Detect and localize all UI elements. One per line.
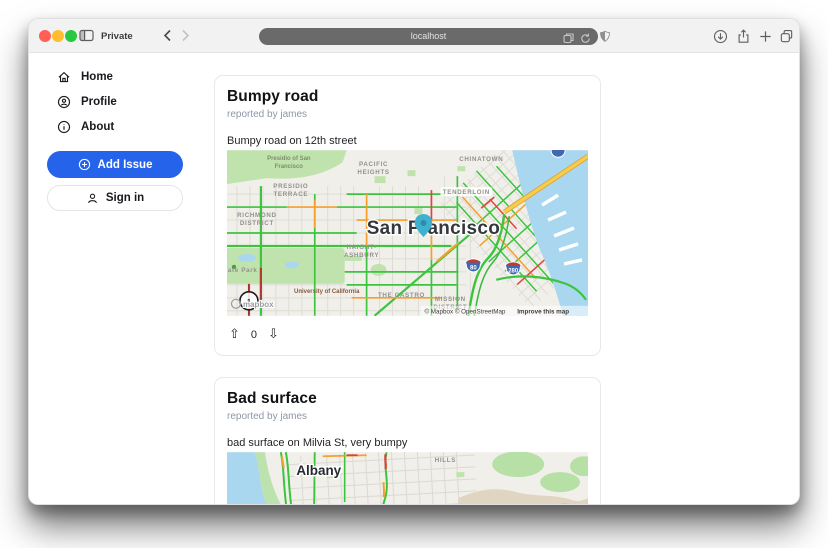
issue-map-albany[interactable]: Albany HILLS [227, 452, 588, 504]
city-label: San Francisco [367, 218, 500, 239]
svg-text:PACIFIC: PACIFIC [359, 161, 388, 168]
svg-text:Gate Park: Gate Park [227, 267, 258, 274]
share-icon[interactable] [736, 29, 751, 44]
svg-text:DISTRICT: DISTRICT [240, 220, 274, 227]
sidebar-item-home[interactable]: Home [57, 67, 183, 87]
forward-button[interactable] [181, 29, 190, 42]
downvote-button[interactable]: ⇩ [268, 328, 279, 341]
svg-text:CHINATOWN: CHINATOWN [459, 156, 503, 163]
svg-text:HAIGHT-: HAIGHT- [346, 244, 376, 251]
desktop: Private localhost Home Profile About Add… [0, 0, 828, 548]
svg-text:mapbox: mapbox [243, 300, 274, 309]
info-icon [57, 120, 71, 134]
svg-text:80: 80 [470, 265, 477, 271]
sidebar-toggle-icon[interactable] [79, 29, 94, 42]
titlebar[interactable]: Private localhost [29, 19, 799, 53]
improve-map-link[interactable]: Improve this map [517, 308, 569, 315]
vote-count: 0 [250, 328, 258, 341]
issue-byline: reported by james [227, 411, 308, 422]
sign-in-label: Sign in [105, 192, 145, 204]
svg-text:HILLS: HILLS [435, 457, 456, 464]
svg-text:MISSION: MISSION [435, 296, 466, 303]
address-bar[interactable]: localhost [259, 28, 598, 45]
svg-text:TERRACE: TERRACE [273, 191, 308, 198]
tab-group-icon[interactable] [563, 31, 574, 49]
sidebar-item-label: About [81, 121, 115, 133]
tab-overview-icon[interactable] [779, 29, 794, 44]
privacy-shield-icon[interactable] [599, 30, 611, 43]
vote-row: ⇧ 0 ⇩ [227, 316, 588, 355]
app-sidebar: Home Profile About Add Issue Sign in [47, 62, 183, 211]
svg-text:ASHBURY: ASHBURY [344, 252, 379, 259]
add-issue-label: Add Issue [97, 158, 153, 171]
sidebar-item-about[interactable]: About [57, 117, 183, 137]
issue-title: Bad surface [227, 390, 317, 407]
highway-shield-280: 280 [504, 261, 522, 276]
address-bar-url[interactable]: localhost [259, 28, 598, 45]
person-icon [87, 193, 97, 203]
sidebar-item-label: Home [81, 71, 113, 83]
issue-byline: reported by james [227, 109, 308, 120]
reload-icon[interactable] [580, 31, 591, 49]
issue-description: bad surface on Milvia St, very bumpy [227, 437, 408, 449]
issues-feed: Bumpy road reported by james Bumpy road … [214, 75, 601, 504]
back-button[interactable] [163, 29, 172, 42]
svg-text:RICHMOND: RICHMOND [237, 212, 277, 219]
issue-card: Bad surface reported by james bad surfac… [214, 377, 601, 504]
svg-text:PRESIDIO: PRESIDIO [273, 183, 308, 190]
svg-text:HEIGHTS: HEIGHTS [357, 169, 389, 176]
svg-text:TENDERLOIN: TENDERLOIN [443, 189, 490, 196]
sidebar-item-profile[interactable]: Profile [57, 92, 183, 112]
browser-viewport: Home Profile About Add Issue Sign in Bum… [29, 54, 799, 504]
svg-text:University of California: University of California [294, 289, 360, 295]
sign-in-button[interactable]: Sign in [47, 185, 183, 211]
home-icon [58, 71, 70, 83]
svg-text:THE CASTRO: THE CASTRO [378, 292, 425, 299]
svg-text:Presidio of San: Presidio of San [267, 156, 311, 162]
private-badge: Private [101, 31, 133, 42]
add-issue-button[interactable]: Add Issue [47, 151, 183, 178]
sidebar-item-label: Profile [81, 96, 117, 108]
close-window-button[interactable] [39, 30, 51, 42]
zoom-window-button[interactable] [65, 30, 77, 42]
new-tab-icon[interactable] [758, 29, 773, 44]
upvote-button[interactable]: ⇧ [229, 328, 240, 341]
svg-text:Albany: Albany [296, 463, 341, 478]
issue-description: Bumpy road on 12th street [227, 135, 357, 147]
svg-text:Francisco: Francisco [275, 164, 304, 170]
safari-window: Private localhost Home Profile About Add… [28, 18, 800, 505]
highway-shield-80: 80 [464, 258, 482, 273]
issue-title: Bumpy road [227, 88, 319, 105]
svg-text:280: 280 [508, 268, 519, 274]
downloads-icon[interactable] [713, 29, 728, 44]
issue-map-san-francisco[interactable]: Presidio of San Francisco PACIFIC HEIGHT… [227, 150, 588, 316]
profile-icon [57, 95, 71, 109]
map-attribution: © Mapbox © OpenStreetMap [424, 307, 505, 315]
issue-card: Bumpy road reported by james Bumpy road … [214, 75, 601, 356]
plus-circle-icon [78, 158, 90, 171]
minimize-window-button[interactable] [52, 30, 64, 42]
